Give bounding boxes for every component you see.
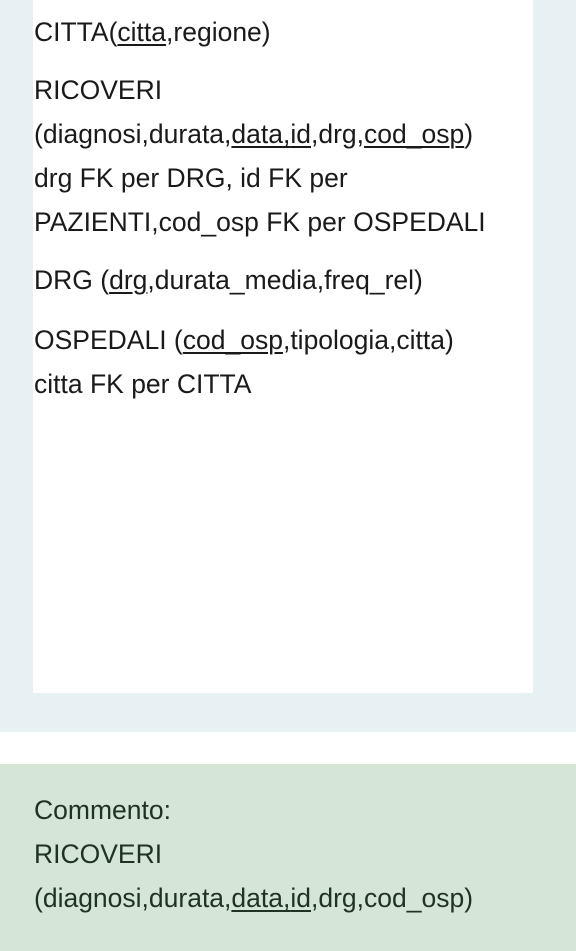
schema-drg: DRG (drg,durata_media,freq_rel) (34, 258, 423, 302)
schema-ricoveri-fk-line-1: drg FK per DRG, id FK per (34, 163, 348, 193)
schema-citta-key: citta (117, 17, 167, 47)
schema-ricoveri-key-cod-osp: cod_osp (364, 119, 465, 149)
comment-ricoveri-rest: ,drg,cod_osp) (311, 883, 474, 913)
schema-ospedali-prefix: OSPEDALI ( (34, 325, 183, 355)
schema-ospedali-rest: ,tipologia,citta) (282, 325, 454, 355)
comment-ricoveri-open: (diagnosi,durata, (34, 883, 232, 913)
schema-ricoveri-fk-line-2: PAZIENTI,cod_osp FK per OSPEDALI (34, 207, 486, 237)
schema-ricoveri-name: RICOVERI (34, 75, 163, 105)
answer-panel: CITTA(citta,regione) RICOVERI (diagnosi,… (0, 0, 576, 732)
comment-label: Commento: (34, 795, 171, 825)
comment-ricoveri-key-data: data (231, 883, 283, 913)
comment-panel: Commento: RICOVERI (diagnosi,durata,data… (0, 764, 576, 951)
schema-ricoveri-open: (diagnosi,durata, (34, 119, 232, 149)
schema-citta-rest: ,regione) (166, 17, 271, 47)
schema-ricoveri-key-id: id (290, 119, 311, 149)
comment-ricoveri-attributes: (diagnosi,durata,data,id,drg,cod_osp) (34, 876, 473, 920)
comment-ricoveri-name: RICOVERI (34, 839, 163, 869)
schema-ospedali: OSPEDALI (cod_osp,tipologia,citta) (34, 318, 454, 362)
schema-ospedali-key: cod_osp (182, 325, 283, 355)
schema-citta: CITTA(citta,regione) (34, 10, 271, 54)
schema-drg-rest: ,durata_media,freq_rel) (147, 265, 423, 295)
schema-ospedali-fk-line: citta FK per CITTA (34, 369, 252, 399)
schema-ricoveri-close: ) (464, 119, 474, 149)
schema-ricoveri-attributes: (diagnosi,durata,data,id,drg,cod_osp) (34, 112, 473, 156)
schema-ricoveri-key-data: data (231, 119, 283, 149)
schema-citta-name: CITTA( (34, 17, 118, 47)
schema-drg-prefix: DRG ( (34, 265, 110, 295)
schema-drg-key: drg (109, 265, 148, 295)
schema-ricoveri-mid: ,drg, (311, 119, 365, 149)
comment-ricoveri-key-id: id (290, 883, 311, 913)
